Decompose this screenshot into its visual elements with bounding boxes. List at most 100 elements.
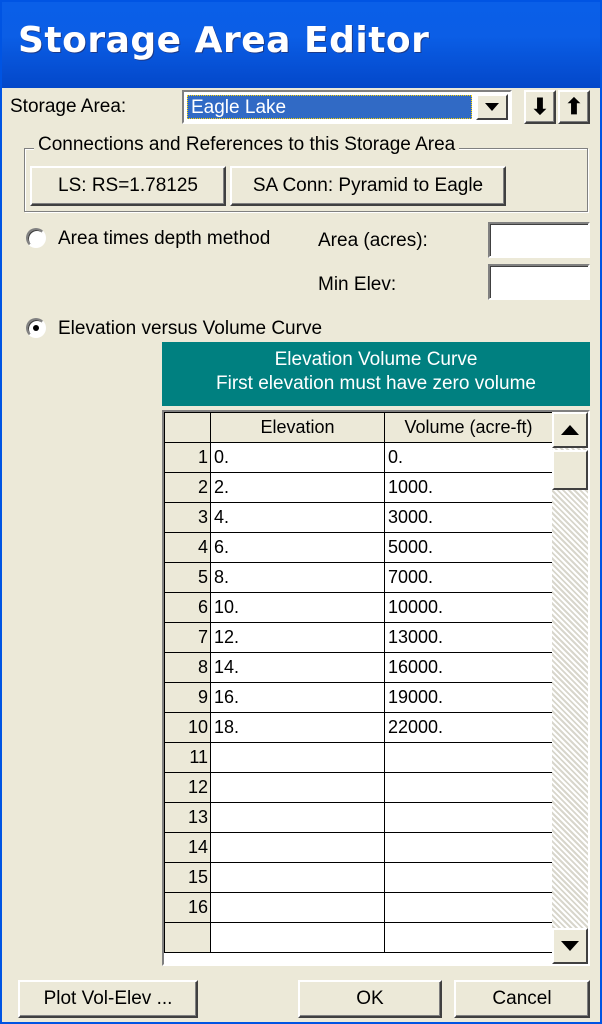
elevation-volume-radio[interactable] <box>26 318 46 338</box>
row-number-cell <box>164 922 211 953</box>
volume-cell[interactable] <box>384 922 553 953</box>
cancel-button[interactable]: Cancel <box>454 980 590 1018</box>
scroll-thumb[interactable] <box>552 450 588 490</box>
storage-area-editor-window: Storage Area Editor Storage Area: Eagle … <box>0 0 602 1024</box>
table-row: 5 8. 7000. <box>164 562 553 593</box>
area-times-depth-label: Area times depth method <box>58 228 271 249</box>
elevation-cell[interactable]: 10. <box>210 592 385 623</box>
table-row: 16 <box>164 892 553 923</box>
elevation-volume-grid[interactable]: Elevation Volume (acre-ft) 1 0. 0. 2 2. 1000.… <box>162 410 590 966</box>
ok-button[interactable]: OK <box>298 980 442 1018</box>
elevation-cell[interactable] <box>210 802 385 833</box>
volume-cell[interactable]: 0. <box>384 442 553 473</box>
arrow-down-icon: ⬇ <box>530 94 550 119</box>
elevation-column-header[interactable]: Elevation <box>210 412 385 443</box>
volume-cell[interactable] <box>384 892 553 923</box>
row-number-cell: 14 <box>164 832 211 863</box>
table-row: 8 14. 16000. <box>164 652 553 683</box>
row-number-cell: 10 <box>164 712 211 743</box>
table-row: 4 6. 5000. <box>164 532 553 563</box>
previous-storage-area-button[interactable]: ⬆ <box>558 90 590 124</box>
elevation-cell[interactable]: 16. <box>210 682 385 713</box>
table-row: 7 12. 13000. <box>164 622 553 653</box>
row-number-cell: 8 <box>164 652 211 683</box>
elevation-cell[interactable] <box>210 922 385 953</box>
volume-cell[interactable] <box>384 832 553 863</box>
elevation-cell[interactable]: 2. <box>210 472 385 503</box>
storage-area-selected: Eagle Lake <box>187 95 472 119</box>
elevation-volume-label: Elevation versus Volume Curve <box>58 318 323 339</box>
window-title: Storage Area Editor <box>18 20 430 61</box>
curve-header-note: First elevation must have zero volume <box>216 373 536 394</box>
volume-column-header[interactable]: Volume (acre-ft) <box>384 412 553 443</box>
row-number-cell: 4 <box>164 532 211 563</box>
row-number-header <box>164 412 211 443</box>
volume-cell[interactable]: 13000. <box>384 622 553 653</box>
table-row: 15 <box>164 862 553 893</box>
storage-area-label: Storage Area: <box>10 96 127 117</box>
elevation-cell[interactable]: 14. <box>210 652 385 683</box>
lateral-structure-button[interactable]: LS: RS=1.78125 <box>30 166 226 206</box>
scroll-up-icon <box>561 425 579 435</box>
table-row: 12 <box>164 772 553 803</box>
dropdown-chevron-icon[interactable] <box>476 94 508 120</box>
elevation-cell[interactable]: 12. <box>210 622 385 653</box>
vertical-scrollbar[interactable] <box>552 412 588 964</box>
volume-cell[interactable] <box>384 802 553 833</box>
sa-connection-button[interactable]: SA Conn: Pyramid to Eagle <box>230 166 506 206</box>
row-number-cell: 13 <box>164 802 211 833</box>
elevation-cell[interactable]: 6. <box>210 532 385 563</box>
row-number-cell: 9 <box>164 682 211 713</box>
row-number-cell: 1 <box>164 442 211 473</box>
volume-cell[interactable]: 7000. <box>384 562 553 593</box>
elevation-cell[interactable] <box>210 862 385 893</box>
row-number-cell: 16 <box>164 892 211 923</box>
volume-cell[interactable]: 5000. <box>384 532 553 563</box>
volume-cell[interactable] <box>384 862 553 893</box>
row-number-cell: 11 <box>164 742 211 773</box>
scroll-down-button[interactable] <box>552 928 588 964</box>
table-row: 13 <box>164 802 553 833</box>
volume-cell[interactable]: 1000. <box>384 472 553 503</box>
table-row: 11 <box>164 742 553 773</box>
next-storage-area-button[interactable]: ⬇ <box>524 90 556 124</box>
elevation-cell[interactable] <box>210 832 385 863</box>
area-acres-input[interactable] <box>488 222 590 258</box>
table-row: 3 4. 3000. <box>164 502 553 533</box>
scroll-up-button[interactable] <box>552 412 588 448</box>
volume-cell[interactable] <box>384 742 553 773</box>
row-number-cell: 15 <box>164 862 211 893</box>
volume-cell[interactable]: 19000. <box>384 682 553 713</box>
elevation-volume-table: Elevation Volume (acre-ft) 1 0. 0. 2 2. 1000.… <box>164 412 553 953</box>
area-times-depth-radio[interactable] <box>26 228 46 248</box>
table-row: 9 16. 19000. <box>164 682 553 713</box>
row-number-cell: 6 <box>164 592 211 623</box>
volume-cell[interactable]: 16000. <box>384 652 553 683</box>
row-number-cell: 12 <box>164 772 211 803</box>
elevation-cell[interactable]: 18. <box>210 712 385 743</box>
row-number-cell: 5 <box>164 562 211 593</box>
elevation-cell[interactable]: 8. <box>210 562 385 593</box>
elevation-cell[interactable] <box>210 742 385 773</box>
elevation-cell[interactable] <box>210 772 385 803</box>
row-number-cell: 7 <box>164 622 211 653</box>
volume-cell[interactable]: 10000. <box>384 592 553 623</box>
row-number-cell: 2 <box>164 472 211 503</box>
radio-selected-dot <box>33 325 39 331</box>
volume-cell[interactable]: 3000. <box>384 502 553 533</box>
area-acres-label: Area (acres): <box>318 230 428 251</box>
elevation-cell[interactable]: 0. <box>210 442 385 473</box>
curve-table-header: Elevation Volume Curve First elevation m… <box>162 342 590 406</box>
elevation-cell[interactable]: 4. <box>210 502 385 533</box>
table-row: 2 2. 1000. <box>164 472 553 503</box>
plot-vol-elev-button[interactable]: Plot Vol-Elev ... <box>18 980 198 1018</box>
storage-area-dropdown[interactable]: Eagle Lake <box>182 90 512 124</box>
table-row: 6 10. 10000. <box>164 592 553 623</box>
volume-cell[interactable] <box>384 772 553 803</box>
min-elev-input[interactable] <box>488 264 590 300</box>
title-bar[interactable]: Storage Area Editor <box>2 2 600 88</box>
table-row: 1 0. 0. <box>164 442 553 473</box>
row-number-cell: 3 <box>164 502 211 533</box>
elevation-cell[interactable] <box>210 892 385 923</box>
volume-cell[interactable]: 22000. <box>384 712 553 743</box>
